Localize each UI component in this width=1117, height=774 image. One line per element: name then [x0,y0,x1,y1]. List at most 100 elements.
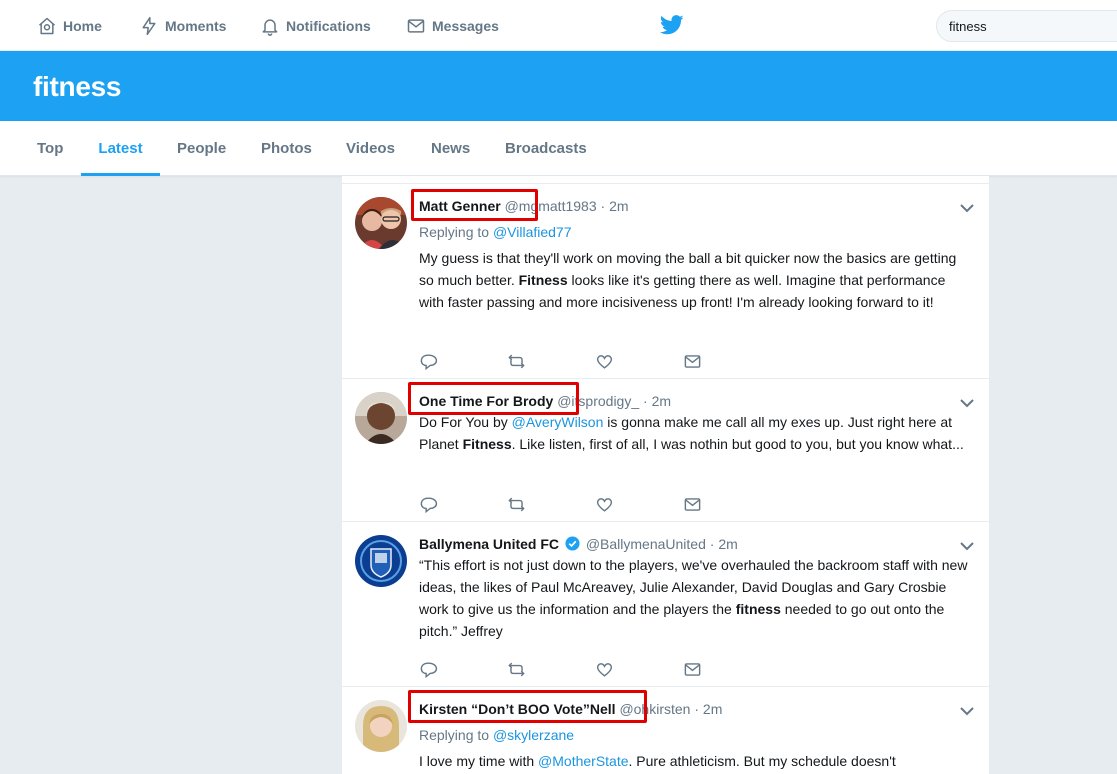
replying-to-label: Replying to [419,727,490,743]
avatar[interactable] [355,700,407,752]
replying-to-link[interactable]: @skylerzane [493,727,574,743]
replying-to-line: Replying to @Villafied77 [419,222,969,242]
retweet-button[interactable] [507,658,595,680]
avatar[interactable] [355,535,407,587]
reply-button[interactable] [419,493,507,515]
reply-icon [420,496,438,513]
tab-people[interactable]: People [177,121,226,176]
tweet-text-highlight: fitness [735,601,781,617]
tweet-author-name[interactable]: Ballymena United FC [419,536,559,552]
search-input[interactable] [936,10,1117,42]
envelope-icon [684,662,701,676]
mention-link[interactable]: @MotherState [538,753,628,769]
nav-moments-label: Moments [165,17,227,34]
tweet-author-handle[interactable]: @itsprodigy_ [557,393,639,409]
envelope-icon [684,354,701,368]
nav-messages-label: Messages [432,17,499,34]
retweet-button[interactable] [507,350,595,372]
nav-notifications[interactable]: Notifications [260,0,371,51]
tweet-actions [419,493,771,515]
tweet-timestamp[interactable]: 2m [609,198,628,214]
avatar-image [355,392,407,444]
tweet-author-handle[interactable]: @ohkirsten [619,701,690,717]
nav-home-label: Home [63,17,102,34]
like-button[interactable] [595,658,683,680]
tweet-timestamp[interactable]: 2m [652,393,671,409]
tweet-author-handle[interactable]: @mgmatt1983 [505,198,597,214]
tweet[interactable]: Matt Genner @mgmatt1983 · 2m Replying to… [342,184,989,379]
tweet-author-name[interactable]: Matt Genner [419,198,501,214]
nav-home[interactable]: Home [37,0,102,51]
replying-to-link[interactable]: @Villafied77 [493,224,572,240]
club-crest-avatar [355,535,407,587]
twitter-bird-logo[interactable] [660,14,684,36]
tweet-time-separator: · [643,393,648,409]
tab-latest[interactable]: Latest [81,121,160,176]
tweet-text-part: . Pure athleticism. But my schedule does… [628,753,896,769]
tweet-time-separator: · [694,701,700,717]
tweet-text-part: . Like listen, first of all, I was nothi… [511,436,964,452]
tweet[interactable]: Kirsten “Don’t BOO Vote”Nell @ohkirsten … [342,687,989,774]
heart-icon [596,662,613,677]
search-tabs: Top Latest People Photos Videos News Bro… [0,121,1117,176]
tab-top[interactable]: Top [37,121,63,176]
tweet[interactable]: One Time For Brody @itsprodigy_ · 2m Do … [342,379,989,522]
like-button[interactable] [595,493,683,515]
top-navigation-bar: Home Moments Notifications Messages [0,0,1117,51]
direct-message-button[interactable] [683,493,771,515]
tweet-timeline: Matt Genner @mgmatt1983 · 2m Replying to… [342,176,989,774]
reply-icon [420,353,438,370]
reply-icon [420,661,438,678]
retweet-button[interactable] [507,493,595,515]
avatar[interactable] [355,392,407,444]
tab-photos[interactable]: Photos [261,121,312,176]
replying-to-line: Replying to @skylerzane [419,725,969,745]
like-button[interactable] [595,350,683,372]
envelope-icon [684,497,701,511]
chevron-down-icon[interactable] [959,395,975,411]
nav-messages[interactable]: Messages [406,0,499,51]
nav-notifications-label: Notifications [286,17,371,34]
verified-badge-icon [565,536,580,551]
tweet-text: “This effort is not just down to the pla… [419,554,969,642]
tweet-author-name[interactable]: Kirsten “Don’t BOO Vote”Nell [419,701,616,717]
reply-button[interactable] [419,658,507,680]
nav-moments[interactable]: Moments [139,0,226,51]
tweet[interactable]: Ballymena United FC @BallymenaUnited · 2… [342,522,989,687]
tweet-text-part: Do For You by [419,414,512,430]
tweet-timestamp[interactable]: 2m [703,701,722,717]
tab-broadcasts[interactable]: Broadcasts [505,121,587,176]
heart-icon [596,354,613,369]
tweet-header: One Time For Brody @itsprodigy_ · 2m [408,382,969,415]
search-banner: fitness [0,51,1117,121]
tweet-text: Do For You by @AveryWilson is gonna make… [419,411,969,455]
heart-icon [596,497,613,512]
tab-news[interactable]: News [431,121,470,176]
bell-icon [262,18,278,36]
tweet-timestamp[interactable]: 2m [718,536,737,552]
tweet-text: I love my time with @MotherState. Pure a… [419,750,969,772]
home-icon [39,17,55,34]
chevron-down-icon[interactable] [959,538,975,554]
avatar[interactable] [355,197,407,249]
retweet-icon [508,497,525,511]
tweet-author-handle[interactable]: @BallymenaUnited [586,536,706,552]
tweet-author-name[interactable]: One Time For Brody [419,393,553,409]
tab-videos[interactable]: Videos [346,121,395,176]
tweet-header: Matt Genner @mgmatt1983 · 2m [411,189,969,221]
direct-message-button[interactable] [683,350,771,372]
chevron-down-icon[interactable] [959,200,975,216]
mention-link[interactable]: @AveryWilson [512,414,604,430]
lightning-icon [142,16,156,35]
tweet-text-highlight: Fitness [518,272,568,288]
tweet-header: Ballymena United FC @BallymenaUnited · 2… [419,534,969,554]
tweet-text-highlight: Fitness [462,436,512,452]
tweet-text-part: I love my time with [419,753,539,769]
direct-message-button[interactable] [683,658,771,680]
timeline-divider [342,176,989,184]
retweet-icon [508,354,525,368]
tweet-time-separator: · [709,536,715,552]
reply-button[interactable] [419,350,507,372]
chevron-down-icon[interactable] [959,703,975,719]
retweet-icon [508,662,525,676]
